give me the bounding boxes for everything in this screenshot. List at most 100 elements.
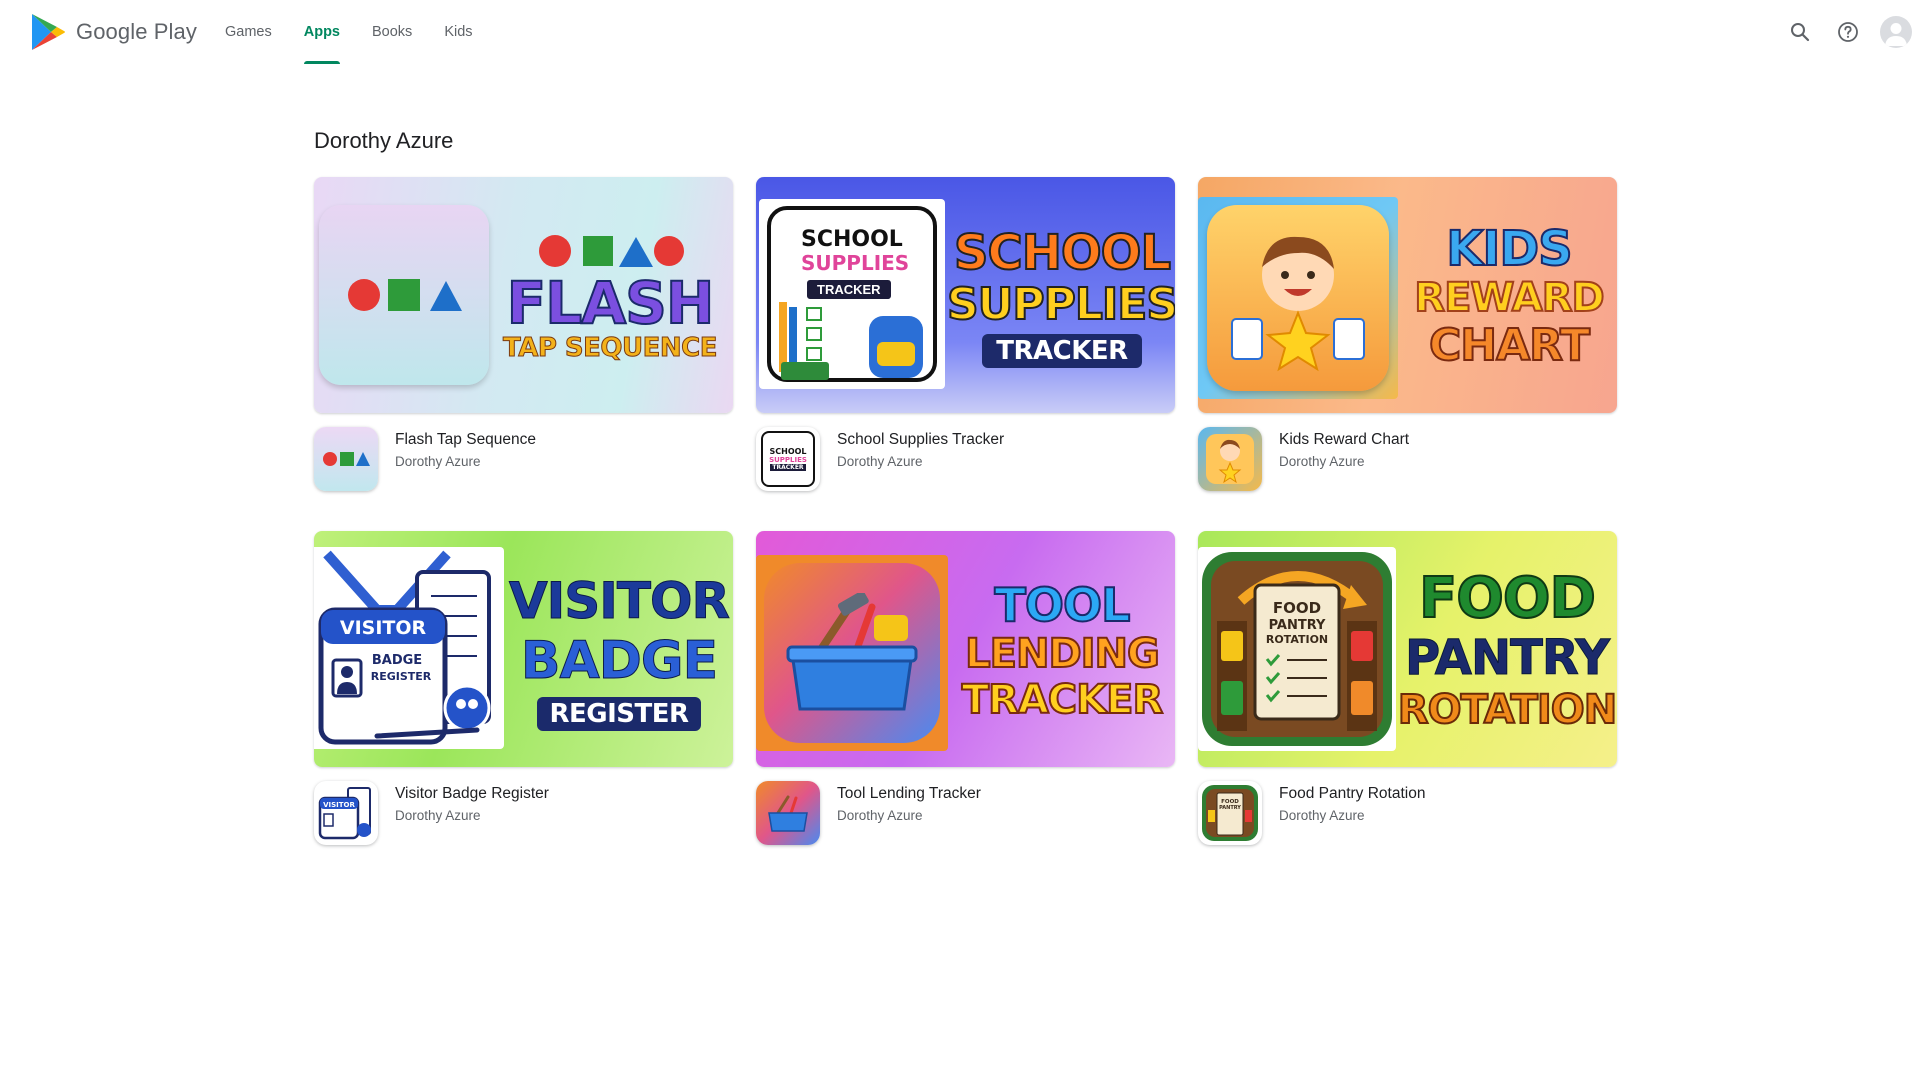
play-logo-icon <box>32 14 65 50</box>
app-banner: KIDS REWARD CHART <box>1198 177 1617 413</box>
app-icon <box>1198 427 1262 491</box>
app-meta: Kids Reward Chart Dorothy Azure <box>1198 427 1617 493</box>
app-card-school-supplies-tracker[interactable]: SCHOOL SUPPLIES TRACKER SCHOOL SUPPLIES … <box>756 177 1175 493</box>
banner-word: TAP SEQUENCE <box>502 333 718 364</box>
account-avatar[interactable] <box>1880 16 1912 48</box>
app-text: Flash Tap Sequence Dorothy Azure <box>395 427 536 493</box>
banner-word: PANTRY <box>1405 630 1611 687</box>
toolbox-icon <box>764 563 940 743</box>
banner-title: FLASH TAP SEQUENCE <box>492 197 728 397</box>
banner-word: TRACKER <box>961 676 1165 724</box>
app-text: Kids Reward Chart Dorothy Azure <box>1279 427 1409 493</box>
app-meta: SCHOOL SUPPLIES TRACKER School Supplies Tr… <box>756 427 1175 493</box>
active-tab-indicator <box>303 61 340 64</box>
banner-title: TOOL LENDING TRACKER <box>952 551 1172 751</box>
app-developer[interactable]: Dorothy Azure <box>1279 805 1425 827</box>
svg-text:FOOD: FOOD <box>1273 599 1321 617</box>
app-text: Food Pantry Rotation Dorothy Azure <box>1279 781 1425 847</box>
app-developer[interactable]: Dorothy Azure <box>837 805 981 827</box>
app-title[interactable]: Food Pantry Rotation <box>1279 783 1425 805</box>
app-banner: FOOD PANTRY ROTATION FOOD PANTRY ROTATIO… <box>1198 531 1617 767</box>
nav-tab-label: Kids <box>444 24 473 40</box>
app-icon: VISITOR <box>314 781 378 845</box>
svg-text:VISITOR: VISITOR <box>323 801 355 809</box>
app-title[interactable]: School Supplies Tracker <box>837 429 1004 451</box>
visitor-badge-icon: VISITOR BADGE REGISTER <box>318 550 491 745</box>
app-icon: FOOD PANTRY <box>1198 781 1262 845</box>
google-play-logo[interactable]: Google Play <box>30 13 197 51</box>
app-title[interactable]: Visitor Badge Register <box>395 783 549 805</box>
app-card-tool-lending-tracker[interactable]: TOOL LENDING TRACKER Tool Lending Tracke… <box>756 531 1175 847</box>
nav-tab-games[interactable]: Games <box>225 0 272 64</box>
developer-name-heading: Dorothy Azure <box>314 128 454 153</box>
banner-word: SCHOOL <box>953 225 1172 281</box>
app-text: School Supplies Tracker Dorothy Azure <box>837 427 1004 493</box>
app-meta: Tool Lending Tracker Dorothy Azure <box>756 781 1175 847</box>
app-developer[interactable]: Dorothy Azure <box>1279 451 1409 473</box>
app-meta: FOOD PANTRY Food Pantry Rotation Dorothy… <box>1198 781 1617 847</box>
nav-tab-kids[interactable]: Kids <box>444 0 472 64</box>
clipboard-icon: SCHOOL SUPPLIES TRACKER <box>767 206 937 382</box>
svg-text:PANTRY: PANTRY <box>1269 618 1326 633</box>
help-button[interactable] <box>1832 16 1864 48</box>
app-card-food-pantry-rotation[interactable]: FOOD PANTRY ROTATION FOOD PANTRY ROTATIO… <box>1198 531 1617 847</box>
nav-tab-books[interactable]: Books <box>372 0 412 64</box>
app-icon: SCHOOL SUPPLIES TRACKER <box>756 427 820 491</box>
app-card-kids-reward-chart[interactable]: KIDS REWARD CHART Kids Reward Chart Doro… <box>1198 177 1617 493</box>
banner-word: CHART <box>1428 320 1591 372</box>
svg-text:PANTRY: PANTRY <box>1219 805 1241 811</box>
app-title[interactable]: Flash Tap Sequence <box>395 429 536 451</box>
search-button[interactable] <box>1784 16 1816 48</box>
banner-word: TRACKER <box>982 334 1142 368</box>
svg-text:BADGE: BADGE <box>372 653 422 668</box>
icon-text: SCHOOL <box>801 227 903 252</box>
top-app-bar: Google Play Games Apps Books Kids <box>0 0 1920 64</box>
nav-tab-apps[interactable]: Apps <box>303 0 340 64</box>
kid-star-icon <box>1206 434 1254 484</box>
banner-word: FOOD <box>1418 566 1597 631</box>
clipboard-icon: SCHOOL SUPPLIES TRACKER <box>761 431 815 487</box>
app-title[interactable]: Tool Lending Tracker <box>837 783 981 805</box>
nav-tab-label: Games <box>225 24 272 40</box>
pantry-icon: FOOD PANTRY <box>1202 785 1258 841</box>
app-banner: SCHOOL SUPPLIES TRACKER SCHOOL SUPPLIES … <box>756 177 1175 413</box>
banner-word: KIDS <box>1445 221 1573 277</box>
app-developer[interactable]: Dorothy Azure <box>837 451 1004 473</box>
app-grid: FLASH TAP SEQUENCE Flash Tap Sequence Do… <box>314 177 1617 847</box>
search-icon <box>1791 23 1810 42</box>
pantry-icon: FOOD PANTRY ROTATION <box>1202 552 1392 746</box>
app-card-visitor-badge-register[interactable]: VISITOR BADGE REGISTER VISITOR BADGE REG… <box>314 531 733 847</box>
app-banner: VISITOR BADGE REGISTER VISITOR BADGE REG… <box>314 531 733 767</box>
banner-word: TOOL <box>994 578 1132 632</box>
app-icon <box>314 427 378 491</box>
app-banner: TOOL LENDING TRACKER <box>756 531 1175 767</box>
nav-tab-label: Apps <box>303 24 340 40</box>
shapes-icon <box>344 275 464 315</box>
banner-app-icon: VISITOR BADGE REGISTER <box>314 547 504 749</box>
banner-title: VISITOR BADGE REGISTER <box>506 551 732 751</box>
nav-tab-label: Books <box>372 24 413 40</box>
app-developer[interactable]: Dorothy Azure <box>395 451 536 473</box>
banner-title: FOOD PANTRY ROTATION <box>1397 551 1617 751</box>
banner-word: LENDING <box>964 630 1161 678</box>
banner-word: ROTATION <box>1397 686 1617 734</box>
backpack-pencils-icon <box>779 302 923 380</box>
icon-text: TRACKER <box>807 280 891 299</box>
banner-title: SCHOOL SUPPLIES TRACKER <box>946 197 1175 397</box>
svg-text:VISITOR: VISITOR <box>340 617 427 639</box>
app-text: Tool Lending Tracker Dorothy Azure <box>837 781 981 847</box>
banner-app-icon: SCHOOL SUPPLIES TRACKER <box>759 199 945 389</box>
app-icon <box>756 781 820 845</box>
banner-app-icon: FOOD PANTRY ROTATION <box>1198 547 1396 751</box>
primary-nav: Games Apps Books Kids <box>225 0 505 64</box>
svg-text:REGISTER: REGISTER <box>371 670 432 683</box>
app-card-flash-tap-sequence[interactable]: FLASH TAP SEQUENCE Flash Tap Sequence Do… <box>314 177 733 493</box>
app-meta: VISITOR Visitor Badge Register Dorothy A… <box>314 781 733 847</box>
avatar-person-icon <box>1885 23 1907 46</box>
app-title[interactable]: Kids Reward Chart <box>1279 429 1409 451</box>
banner-word: FLASH <box>506 269 716 337</box>
banner-word: SUPPLIES <box>946 279 1175 331</box>
banner-app-icon <box>1198 197 1398 399</box>
banner-title: KIDS REWARD CHART <box>1404 197 1614 397</box>
app-developer[interactable]: Dorothy Azure <box>395 805 549 827</box>
